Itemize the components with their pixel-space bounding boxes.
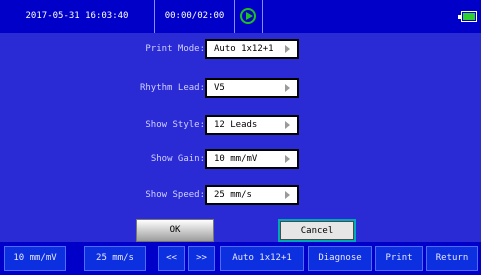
battery-icon bbox=[458, 11, 477, 22]
print-mode-softkey[interactable]: Auto 1x12+1 bbox=[220, 246, 304, 271]
show-gain-label: Show Gain: bbox=[150, 154, 205, 164]
print-mode-combo[interactable]: Auto 1x12+1 bbox=[205, 39, 299, 59]
show-gain-combo[interactable]: 10 mm/mV bbox=[205, 149, 299, 169]
gain-softkey[interactable]: 10 mm/mV bbox=[4, 246, 66, 271]
datetime-display: 2017-05-31 16:03:40 bbox=[0, 0, 155, 33]
diagnose-softkey[interactable]: Diagnose bbox=[308, 246, 372, 271]
chevron-right-icon bbox=[285, 191, 290, 199]
play-button[interactable] bbox=[235, 0, 263, 33]
show-speed-value: 25 mm/s bbox=[214, 190, 252, 200]
show-style-value: 12 Leads bbox=[214, 120, 258, 130]
chevron-right-icon bbox=[285, 45, 290, 53]
print-softkey[interactable]: Print bbox=[375, 246, 423, 271]
show-speed-label: Show Speed: bbox=[145, 190, 205, 200]
record-timer: 00:00/02:00 bbox=[155, 0, 235, 33]
show-gain-value: 10 mm/mV bbox=[214, 154, 258, 164]
show-style-label: Show Style: bbox=[145, 120, 205, 130]
battery-level bbox=[463, 13, 475, 20]
print-mode-label: Print Mode: bbox=[145, 44, 205, 54]
show-style-combo[interactable]: 12 Leads bbox=[205, 115, 299, 135]
rhythm-lead-value: V5 bbox=[214, 83, 225, 93]
rhythm-lead-label: Rhythm Lead: bbox=[139, 83, 205, 93]
chevron-right-icon bbox=[285, 121, 290, 129]
chevron-right-icon bbox=[285, 84, 290, 92]
top-status-bar: 2017-05-31 16:03:40 00:00/02:00 bbox=[0, 0, 481, 33]
chevron-right-icon bbox=[285, 155, 290, 163]
cancel-button[interactable]: Cancel bbox=[278, 219, 356, 242]
speed-softkey[interactable]: 25 mm/s bbox=[84, 246, 146, 271]
soft-key-bar: 10 mm/mV 25 mm/s << >> Auto 1x12+1 Diagn… bbox=[0, 242, 481, 275]
print-settings-panel: Print Mode: Auto 1x12+1 Rhythm Lead: V5 … bbox=[0, 33, 481, 242]
rhythm-lead-combo[interactable]: V5 bbox=[205, 78, 299, 98]
return-softkey[interactable]: Return bbox=[426, 246, 478, 271]
play-circle-icon bbox=[240, 8, 256, 24]
next-softkey[interactable]: >> bbox=[188, 246, 215, 271]
ecg-device-screen: 2017-05-31 16:03:40 00:00/02:00 Print Mo… bbox=[0, 0, 481, 275]
show-speed-combo[interactable]: 25 mm/s bbox=[205, 185, 299, 205]
print-mode-value: Auto 1x12+1 bbox=[214, 44, 274, 54]
ok-button[interactable]: OK bbox=[136, 219, 214, 242]
previous-softkey[interactable]: << bbox=[158, 246, 185, 271]
